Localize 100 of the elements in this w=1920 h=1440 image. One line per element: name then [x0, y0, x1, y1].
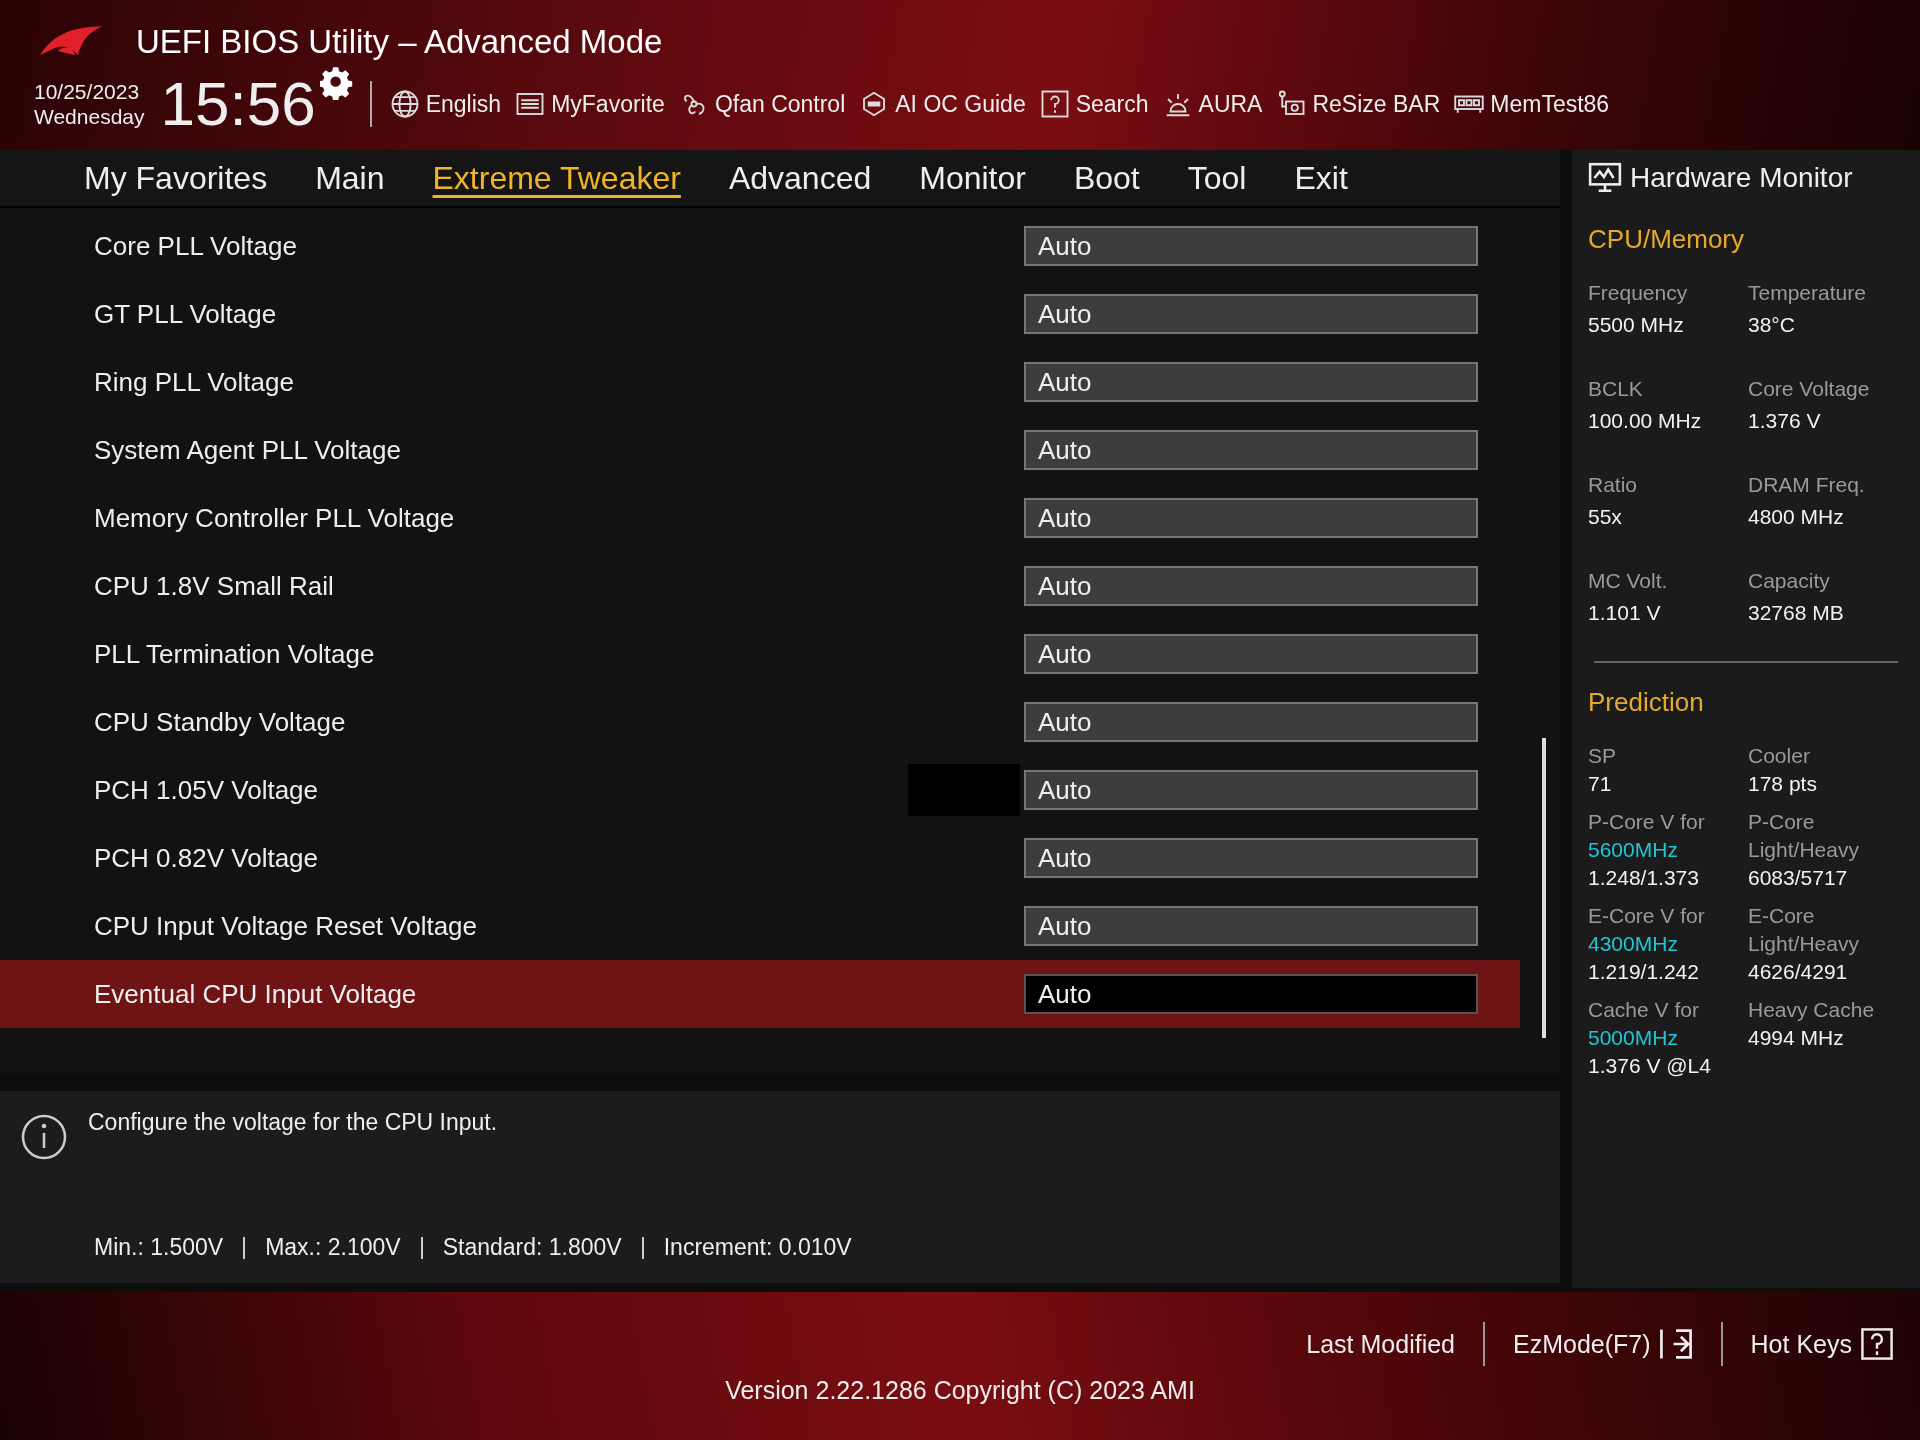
- section-title: Prediction: [1588, 687, 1705, 718]
- setting-label: Ring PLL Voltage: [94, 366, 295, 398]
- globe-icon: [389, 89, 420, 119]
- toolbar-button[interactable]: MyFavorite: [515, 89, 665, 119]
- limit-text: Max.: 2.100V: [265, 1234, 401, 1261]
- value-field[interactable]: Auto: [1024, 770, 1478, 810]
- frequency-label: 5600MHz: [1588, 838, 1679, 862]
- value-field[interactable]: Auto: [1024, 294, 1478, 334]
- version-text: Version 2.22.1286 Copyright (C) 2023 AMI: [725, 1376, 1195, 1405]
- setting-label: Eventual CPU Input Voltage: [94, 978, 418, 1010]
- clock: 15:56: [160, 72, 316, 136]
- metric-value: 1.219/1.242: [1588, 960, 1700, 984]
- metric-label: Frequency: [1588, 281, 1689, 305]
- help-icon: [1860, 1327, 1894, 1361]
- metric-label: Core Voltage: [1748, 377, 1871, 401]
- metric-label: BCLK: [1588, 377, 1644, 401]
- metric-value: 55x: [1588, 505, 1623, 529]
- metric-label: Cache V for: [1588, 998, 1700, 1022]
- help-icon: [1039, 89, 1070, 119]
- metric-label: SP: [1588, 744, 1618, 768]
- limit-text: Min.: 1.500V: [94, 1234, 224, 1261]
- value-field[interactable]: Auto: [1024, 906, 1478, 946]
- metric-label: Cooler: [1748, 744, 1811, 768]
- selected-row[interactable]: Eventual CPU Input Voltage Auto: [0, 960, 1520, 1028]
- metric-value: 71: [1588, 772, 1613, 796]
- toolbar-button[interactable]: MemTest86: [1454, 89, 1610, 119]
- metric-value: 1.376 V @L4: [1588, 1054, 1712, 1078]
- metric-label: Ratio: [1588, 473, 1639, 497]
- value-field[interactable]: Auto: [1024, 362, 1478, 402]
- toolbar-button[interactable]: ReSize BAR: [1276, 89, 1441, 119]
- metric-value: 178 pts: [1748, 772, 1818, 796]
- frequency-label: 5000MHz: [1588, 1026, 1679, 1050]
- setting-label: Memory Controller PLL Voltage: [94, 502, 456, 534]
- value-field[interactable]: Auto: [1024, 838, 1478, 878]
- info-icon: [20, 1113, 68, 1161]
- metric-label: Capacity: [1748, 569, 1831, 593]
- setting-label: CPU Standby Voltage: [94, 706, 347, 738]
- metric-value: 1.101 V: [1588, 601, 1662, 625]
- setting-label: Core PLL Voltage: [94, 230, 298, 262]
- help-text: Configure the voltage for the CPU Input.: [88, 1109, 498, 1136]
- exit-icon: [1658, 1327, 1693, 1361]
- panel-title: Hardware Monitor: [1630, 162, 1853, 194]
- limit-text: Increment: 0.010V: [663, 1234, 852, 1261]
- metric-label: Light/Heavy: [1748, 838, 1860, 862]
- toolbar-button[interactable]: English: [389, 89, 502, 119]
- toolbar-button[interactable]: Search: [1039, 89, 1149, 119]
- value-field[interactable]: Auto: [1024, 566, 1478, 606]
- metric-label: Temperature: [1748, 281, 1867, 305]
- footer-button[interactable]: EzMode(F7): [1513, 1327, 1693, 1361]
- value-field[interactable]: Auto: [1024, 498, 1478, 538]
- setting-label: CPU Input Voltage Reset Voltage: [94, 910, 479, 942]
- limit-text: Standard: 1.800V: [442, 1234, 622, 1261]
- menu-tab[interactable]: Advanced: [704, 150, 896, 206]
- menu-tab[interactable]: Exit: [1270, 150, 1372, 206]
- toolbar-button[interactable]: AURA: [1162, 89, 1263, 119]
- weekday: Wednesday: [34, 104, 145, 129]
- monitor-icon: [1588, 161, 1622, 195]
- metric-label: Light/Heavy: [1748, 932, 1860, 956]
- metric-label: DRAM Freq.: [1748, 473, 1866, 497]
- metric-label: Heavy Cache: [1748, 998, 1876, 1022]
- setting-label: System Agent PLL Voltage: [94, 434, 402, 466]
- menu-tab[interactable]: Monitor: [895, 150, 1050, 206]
- menu-tab[interactable]: My Favorites: [60, 150, 292, 206]
- value-field[interactable]: Auto: [1024, 634, 1478, 674]
- menu-tab[interactable]: Main: [291, 150, 409, 206]
- metric-value: 1.248/1.373: [1588, 866, 1700, 890]
- setting-label: GT PLL Voltage: [94, 298, 278, 330]
- toolbar-button[interactable]: Qfan Control: [678, 89, 846, 119]
- footer-button[interactable]: Last Modified: [1306, 1329, 1455, 1359]
- setting-label: PCH 1.05V Voltage: [94, 774, 320, 806]
- menu-tab[interactable]: Tool: [1163, 150, 1271, 206]
- menu-tab[interactable]: Extreme Tweaker: [408, 150, 705, 206]
- menu-tab[interactable]: Boot: [1049, 150, 1164, 206]
- value-field[interactable]: Auto: [1024, 974, 1478, 1014]
- scrollbar[interactable]: [1542, 738, 1546, 1038]
- setting-label: CPU 1.8V Small Rail: [94, 570, 335, 602]
- metric-value: 1.376 V: [1748, 409, 1822, 433]
- window-title: UEFI BIOS Utility – Advanced Mode: [136, 23, 663, 61]
- date: 10/25/2023: [34, 79, 141, 104]
- metric-label: E-Core V for: [1588, 904, 1706, 928]
- metric-value: 4800 MHz: [1748, 505, 1845, 529]
- metric-value: 32768 MB: [1748, 601, 1845, 625]
- metric-value: 6083/5717: [1748, 866, 1849, 890]
- frequency-label: 4300MHz: [1588, 932, 1679, 956]
- value-field[interactable]: Auto: [1024, 226, 1478, 266]
- setting-label: PCH 0.82V Voltage: [94, 842, 320, 874]
- value-field[interactable]: Auto: [1024, 430, 1478, 470]
- metric-value: 100.00 MHz: [1588, 409, 1703, 433]
- settings-icon[interactable]: [319, 66, 354, 100]
- setting-label: PLL Termination Voltage: [94, 638, 376, 670]
- section-title: CPU/Memory: [1588, 224, 1746, 255]
- metric-label: P-Core V for: [1588, 810, 1706, 834]
- toolbar-button[interactable]: AI OC Guide: [859, 89, 1026, 119]
- metric-label: MC Volt.: [1588, 569, 1669, 593]
- metric-value: 5500 MHz: [1588, 313, 1685, 337]
- metric-label: P-Core: [1748, 810, 1816, 834]
- metric-label: E-Core: [1748, 904, 1816, 928]
- metric-value: 38°C: [1748, 313, 1796, 337]
- value-field[interactable]: Auto: [1024, 702, 1478, 742]
- footer-button[interactable]: Hot Keys: [1750, 1327, 1894, 1361]
